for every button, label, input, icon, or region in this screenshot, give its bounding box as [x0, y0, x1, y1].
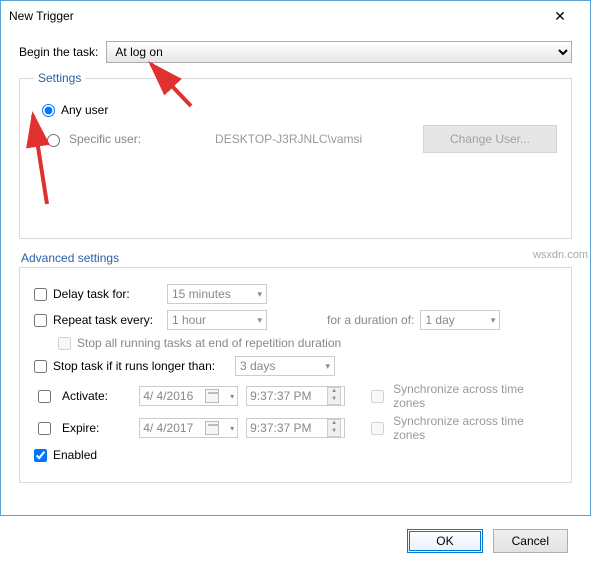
- cancel-button[interactable]: Cancel: [493, 529, 568, 553]
- specific-user-row: Specific user: DESKTOP-J3RJNLC\vamsi Cha…: [42, 125, 557, 153]
- activate-row: Activate: 4/ 4/2016▾ 9:37:37 PM ▲▼ Synch…: [34, 382, 557, 410]
- footer-buttons: OK Cancel: [19, 529, 572, 553]
- expire-sync: Synchronize across time zones: [367, 414, 557, 442]
- repeat-label: Repeat task every:: [53, 313, 161, 327]
- content-area: Begin the task: At log on Settings Any u…: [1, 31, 590, 567]
- delay-label: Delay task for:: [53, 287, 161, 301]
- any-user-label: Any user: [61, 103, 108, 117]
- activate-checkbox[interactable]: [38, 390, 51, 403]
- specific-user-radio[interactable]: [47, 134, 60, 147]
- watermark: wsxdn.com: [533, 249, 588, 261]
- activate-date: 4/ 4/2016▾: [139, 386, 238, 406]
- specific-user-value: DESKTOP-J3RJNLC\vamsi: [215, 132, 362, 146]
- stop-longer-combo: 3 days▾: [235, 356, 335, 376]
- advanced-group: Delay task for: 15 minutes▾ Repeat task …: [19, 267, 572, 483]
- stop-longer-row: Stop task if it runs longer than: 3 days…: [34, 356, 557, 376]
- ok-button[interactable]: OK: [407, 529, 482, 553]
- delay-checkbox[interactable]: [34, 288, 47, 301]
- repeat-checkbox[interactable]: [34, 314, 47, 327]
- activate-time: 9:37:37 PM ▲▼: [246, 386, 345, 406]
- enabled-label: Enabled: [53, 448, 97, 462]
- stop-end-checkbox: [58, 337, 71, 350]
- delay-row: Delay task for: 15 minutes▾: [34, 284, 557, 304]
- close-button[interactable]: ✕: [538, 2, 582, 30]
- stop-longer-checkbox[interactable]: [34, 360, 47, 373]
- advanced-legend: Advanced settings: [21, 251, 572, 265]
- settings-group: Settings Any user Specific user: DESKTOP…: [19, 71, 572, 239]
- stop-end-row: Stop all running tasks at end of repetit…: [58, 336, 557, 350]
- delay-combo: 15 minutes▾: [167, 284, 267, 304]
- enabled-checkbox[interactable]: [34, 449, 47, 462]
- stop-longer-label: Stop task if it runs longer than:: [53, 359, 229, 373]
- activate-label: Activate:: [62, 389, 131, 403]
- repeat-duration-label: for a duration of:: [327, 313, 414, 327]
- expire-time: 9:37:37 PM ▲▼: [246, 418, 345, 438]
- begin-task-row: Begin the task: At log on: [19, 41, 572, 63]
- any-user-row: Any user: [42, 103, 557, 117]
- expire-sync-label: Synchronize across time zones: [393, 414, 557, 442]
- stop-end-label: Stop all running tasks at end of repetit…: [77, 336, 341, 350]
- enabled-row: Enabled: [34, 448, 557, 462]
- settings-legend: Settings: [34, 71, 85, 85]
- expire-date: 4/ 4/2017▾: [139, 418, 238, 438]
- spinner-icon: ▲▼: [327, 419, 341, 437]
- specific-user-label: Specific user:: [69, 132, 141, 146]
- expire-checkbox[interactable]: [38, 422, 51, 435]
- repeat-duration-combo: 1 day▾: [420, 310, 500, 330]
- activate-sync-label: Synchronize across time zones: [393, 382, 557, 410]
- titlebar: New Trigger ✕: [1, 1, 590, 31]
- activate-sync: Synchronize across time zones: [367, 382, 557, 410]
- begin-task-label: Begin the task:: [19, 45, 98, 59]
- window-title: New Trigger: [9, 9, 538, 23]
- spinner-icon: ▲▼: [327, 387, 341, 405]
- repeat-row: Repeat task every: 1 hour▾ for a duratio…: [34, 310, 557, 330]
- begin-task-select[interactable]: At log on: [106, 41, 572, 63]
- change-user-button: Change User...: [423, 125, 557, 153]
- repeat-combo: 1 hour▾: [167, 310, 267, 330]
- any-user-radio[interactable]: [42, 104, 55, 117]
- expire-sync-checkbox: [371, 422, 384, 435]
- expire-label: Expire:: [62, 421, 131, 435]
- new-trigger-window: New Trigger ✕ Begin the task: At log on …: [0, 0, 591, 516]
- expire-row: Expire: 4/ 4/2017▾ 9:37:37 PM ▲▼ Synchro…: [34, 414, 557, 442]
- activate-sync-checkbox: [371, 390, 384, 403]
